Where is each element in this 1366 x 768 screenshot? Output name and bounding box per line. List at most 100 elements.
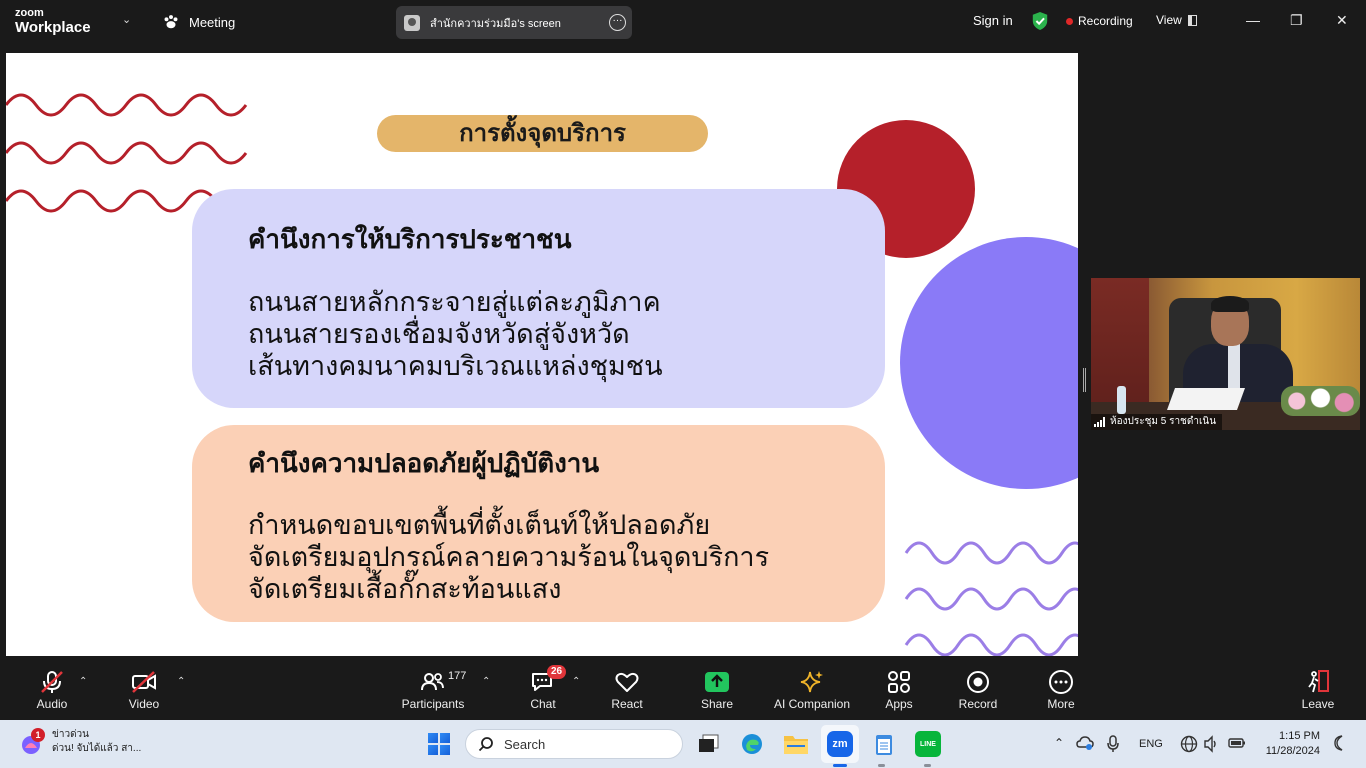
react-button[interactable]: React — [607, 668, 647, 711]
tray-overflow-chevron-icon[interactable]: ⌃ — [1054, 736, 1064, 750]
search-icon — [478, 737, 493, 752]
leave-door-icon — [1308, 670, 1329, 693]
leave-button[interactable]: Leave — [1298, 668, 1338, 711]
language-indicator[interactable]: ENG — [1139, 738, 1163, 750]
news-icon: 1 — [20, 728, 45, 754]
card1-line: เส้นทางคมนาคมบริเวณแหล่งชุมชน — [248, 351, 663, 382]
paw-icon — [164, 15, 178, 29]
video-label: Video — [128, 697, 160, 711]
card2-line: จัดเตรียมอุปกรณ์คลายความร้อนในจุดบริการ — [248, 542, 770, 573]
ai-companion-button[interactable]: AI Companion — [772, 668, 852, 711]
sparkle-icon — [800, 671, 823, 693]
video-bottle — [1117, 386, 1126, 414]
meeting-toolbar: Audio ⌃ Video ⌃ 177 Participants ⌃ 26 Ch… — [0, 658, 1366, 720]
audio-button[interactable]: Audio — [32, 668, 72, 711]
share-button[interactable]: Share — [697, 668, 737, 711]
leave-label: Leave — [1301, 697, 1335, 711]
shared-slide: การตั้งจุดบริการ คำนึงการให้บริการประชาช… — [6, 53, 1078, 656]
participants-options-chevron-icon[interactable]: ⌃ — [482, 676, 490, 687]
system-clock[interactable]: 1:15 PM 11/28/2024 — [1258, 729, 1320, 759]
view-layout-icon — [1187, 14, 1197, 26]
video-person-shirt — [1228, 344, 1240, 388]
card-worker-safety: คำนึงความปลอดภัยผู้ปฏิบัติงาน กำหนดขอบเข… — [192, 425, 885, 622]
participant-video-tile[interactable]: ห้องประชุม 5 ราชดำเนิน — [1091, 278, 1360, 430]
recording-label: Recording — [1078, 14, 1133, 28]
card2-line: กำหนดขอบเขตพื้นที่ตั้งเต็นท์ให้ปลอดภัย — [248, 510, 711, 541]
screen-share-indicator[interactable]: สำนักความร่วมมือ's screen ··· — [396, 6, 632, 39]
participant-name-tag: ห้องประชุม 5 ราชดำเนิน — [1091, 414, 1223, 430]
battery-icon[interactable] — [1228, 736, 1246, 750]
meeting-menu[interactable]: Meeting — [162, 13, 235, 31]
task-view-icon[interactable] — [696, 731, 722, 757]
more-label: More — [1047, 697, 1075, 711]
volume-icon[interactable] — [1203, 735, 1219, 753]
more-options-icon[interactable]: ··· — [609, 14, 626, 31]
panel-resize-handle[interactable] — [1083, 368, 1086, 392]
more-icon — [1049, 670, 1073, 694]
record-button[interactable]: Record — [958, 668, 998, 711]
windows-taskbar: 1 ข่าวด่วน ด่วน! จับได้แล้ว สา... Search… — [0, 720, 1366, 768]
more-button[interactable]: More — [1041, 668, 1081, 711]
chat-label: Chat — [530, 697, 556, 711]
clock-time: 1:15 PM — [1279, 730, 1320, 742]
heart-icon — [615, 672, 639, 692]
card-public-service: คำนึงการให้บริการประชาชน ถนนสายหลักกระจา… — [192, 189, 885, 408]
apps-button[interactable]: Apps — [879, 668, 919, 711]
record-label: Record — [958, 697, 998, 711]
windows-start-icon[interactable] — [428, 733, 450, 755]
share-label: Share — [700, 697, 734, 711]
taskbar-search[interactable]: Search — [465, 729, 683, 759]
edge-browser-icon[interactable] — [739, 731, 765, 757]
share-title: สำนักความร่วมมือ's screen — [430, 17, 561, 30]
shield-check-icon[interactable] — [1031, 11, 1049, 31]
slide-title: การตั้งจุดบริการ — [377, 115, 708, 152]
restore-icon[interactable]: ❐ — [1290, 12, 1303, 29]
recording-indicator[interactable]: Recording — [1066, 14, 1133, 28]
view-menu[interactable]: View — [1156, 13, 1197, 27]
logo-line-1: zoom — [15, 7, 44, 19]
purple-wave-lines — [904, 541, 1078, 656]
purple-circle — [900, 237, 1078, 489]
notepad-icon[interactable] — [871, 731, 897, 757]
clock-date: 11/28/2024 — [1265, 745, 1320, 757]
microphone-icon[interactable] — [1106, 735, 1120, 753]
notepad-running-indicator — [878, 764, 885, 767]
line-app-icon[interactable]: LINE — [915, 731, 941, 757]
apps-label: Apps — [885, 697, 913, 711]
search-placeholder: Search — [504, 736, 546, 752]
zoom-app-icon[interactable]: zm — [827, 731, 853, 757]
audio-options-chevron-icon[interactable]: ⌃ — [79, 676, 87, 687]
sign-in-button[interactable]: Sign in — [973, 13, 1013, 28]
mic-muted-icon — [41, 671, 63, 693]
globe-network-icon[interactable] — [1180, 735, 1198, 753]
file-explorer-icon[interactable] — [783, 731, 809, 757]
react-label: React — [611, 697, 643, 711]
participants-button[interactable]: 177 Participants — [400, 668, 467, 711]
share-screen-icon — [705, 672, 729, 692]
card2-line: จัดเตรียมเสื้อกั๊กสะท้อนแสง — [248, 574, 562, 605]
news-title: ข่าวด่วน — [52, 729, 90, 740]
onedrive-sync-icon[interactable] — [1076, 735, 1094, 751]
news-text: ด่วน! จับได้แล้ว สา... — [52, 743, 142, 754]
logo-line-2: Workplace — [15, 19, 91, 36]
card1-line: ถนนสายหลักกระจายสู่แต่ละภูมิภาค — [248, 287, 661, 318]
meeting-label: Meeting — [189, 14, 236, 30]
video-flowers — [1281, 386, 1360, 416]
ai-companion-label: AI Companion — [773, 697, 851, 711]
news-widget[interactable]: 1 ข่าวด่วน ด่วน! จับได้แล้ว สา... — [20, 728, 141, 756]
camera-off-icon — [132, 671, 156, 693]
chevron-down-icon[interactable]: ⌄ — [122, 13, 131, 26]
news-badge: 1 — [31, 728, 45, 742]
chat-options-chevron-icon[interactable]: ⌃ — [572, 676, 580, 687]
video-paper — [1166, 388, 1246, 410]
avatar-icon — [404, 14, 420, 31]
signal-bars-icon — [1094, 417, 1105, 427]
close-icon[interactable]: ✕ — [1336, 12, 1348, 29]
minimize-icon[interactable]: — — [1246, 12, 1260, 28]
zoom-logo[interactable]: zoom Workplace — [15, 7, 91, 36]
do-not-disturb-moon-icon[interactable] — [1331, 734, 1347, 752]
video-options-chevron-icon[interactable]: ⌃ — [177, 676, 185, 687]
chat-button[interactable]: 26 Chat — [523, 665, 567, 711]
chat-badge: 26 — [547, 665, 567, 679]
video-button[interactable]: Video — [124, 668, 164, 711]
